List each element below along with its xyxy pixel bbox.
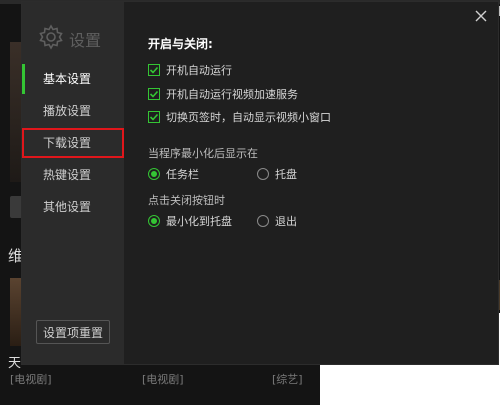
minimize-group-label: 当程序最小化后显示在 <box>148 147 258 160</box>
background-tag: [电视剧] <box>142 373 184 386</box>
settings-content: 开启与关闭: 开机自动运行 开机自动运行视频加速服务 切换页签时，自动显示视频小… <box>148 2 498 364</box>
sidebar-item-other-settings[interactable]: 其他设置 <box>22 192 124 222</box>
sidebar-item-playback-settings[interactable]: 播放设置 <box>22 96 124 126</box>
settings-logo: 设置 <box>38 24 101 54</box>
minimize-tray-option[interactable]: 托盘 <box>257 166 297 182</box>
sidebar-item-download-settings[interactable]: 下载设置 <box>22 128 124 158</box>
background-item-title[interactable]: 天 <box>8 352 21 371</box>
checkmark-icon <box>149 90 159 98</box>
close-group-label: 点击关闭按钮时 <box>148 194 225 207</box>
close-exit-option[interactable]: 退出 <box>257 213 297 229</box>
minimize-taskbar-label: 任务栏 <box>166 168 199 181</box>
background-tag: [电视剧] <box>10 373 52 386</box>
checkmark-icon <box>149 113 159 121</box>
close-minimize-option[interactable]: 最小化到托盘 <box>148 213 232 229</box>
sidebar-item-hotkey-settings[interactable]: 热键设置 <box>22 160 124 190</box>
mini-window-label: 切换页签时，自动显示视频小窗口 <box>166 111 331 124</box>
autostart-checkbox[interactable] <box>148 64 160 76</box>
reset-settings-button[interactable]: 设置项重置 <box>36 320 110 344</box>
radio-button-selected[interactable] <box>148 215 160 227</box>
radio-button[interactable] <box>257 215 269 227</box>
accel-service-checkbox[interactable] <box>148 88 160 100</box>
sidebar-item-basic-settings[interactable]: 基本设置 <box>22 64 124 94</box>
radio-button[interactable] <box>257 168 269 180</box>
settings-sidebar: 设置 基本设置 播放设置 下载设置 热键设置 其他设置 设置项重置 <box>22 2 124 364</box>
minimize-taskbar-option[interactable]: 任务栏 <box>148 166 199 182</box>
close-exit-label: 退出 <box>275 215 297 228</box>
minimize-tray-label: 托盘 <box>275 168 297 181</box>
accel-service-checkbox-row[interactable]: 开机自动运行视频加速服务 <box>148 86 298 102</box>
mini-window-checkbox-row[interactable]: 切换页签时，自动显示视频小窗口 <box>148 109 331 125</box>
mini-window-checkbox[interactable] <box>148 111 160 123</box>
checkmark-icon <box>149 66 159 74</box>
settings-logo-label: 设置 <box>69 31 102 50</box>
close-minimize-label: 最小化到托盘 <box>166 215 232 228</box>
section-heading: 开启与关闭: <box>148 37 213 51</box>
background-tag: [综艺] <box>272 373 303 386</box>
radio-button-selected[interactable] <box>148 168 160 180</box>
gear-icon <box>38 24 64 54</box>
background-section-title: 维 <box>8 247 24 265</box>
accel-service-label: 开机自动运行视频加速服务 <box>166 88 298 101</box>
autostart-checkbox-row[interactable]: 开机自动运行 <box>148 62 232 78</box>
autostart-label: 开机自动运行 <box>166 64 232 77</box>
settings-dialog: 设置 基本设置 播放设置 下载设置 热键设置 其他设置 设置项重置 开启与关闭:… <box>22 2 498 364</box>
